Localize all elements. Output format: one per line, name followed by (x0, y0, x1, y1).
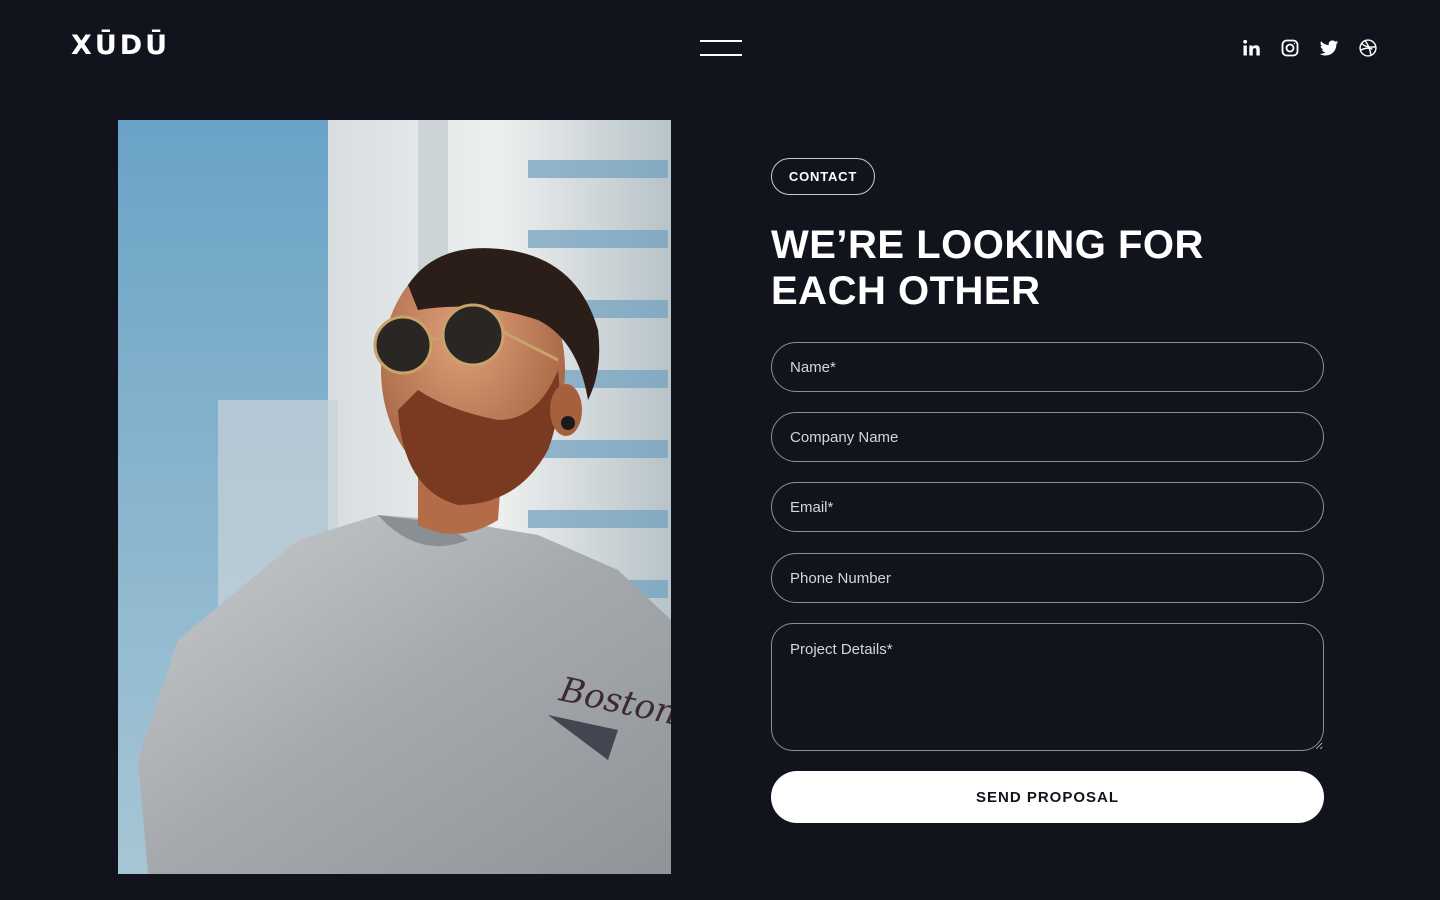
send-proposal-button[interactable]: SEND PROPOSAL (771, 771, 1324, 823)
dribbble-icon[interactable] (1358, 38, 1378, 58)
hamburger-menu-icon[interactable] (700, 40, 742, 58)
hero-photo: Boston (118, 120, 671, 874)
site-logo[interactable]: XŪDŪ (71, 30, 170, 61)
page-headline: WE’RE LOOKING FOR EACH OTHER (771, 222, 1331, 314)
email-field[interactable] (771, 482, 1324, 532)
contact-page: XŪDŪ Boston CONTACT WE’RE LOOKING FOR EA… (0, 0, 1440, 900)
man-with-sunglasses-photo: Boston (118, 120, 671, 874)
name-field[interactable] (771, 342, 1324, 392)
headline-line-1: WE’RE LOOKING FOR (771, 223, 1204, 267)
twitter-icon[interactable] (1319, 38, 1339, 58)
headline-line-2: EACH OTHER (771, 269, 1041, 313)
instagram-icon[interactable] (1280, 38, 1300, 58)
social-links (1241, 38, 1378, 58)
phone-number-field[interactable] (771, 553, 1324, 603)
project-details-field[interactable] (771, 623, 1324, 751)
contact-tag: CONTACT (771, 158, 875, 195)
company-name-field[interactable] (771, 412, 1324, 462)
linkedin-icon[interactable] (1241, 38, 1261, 58)
